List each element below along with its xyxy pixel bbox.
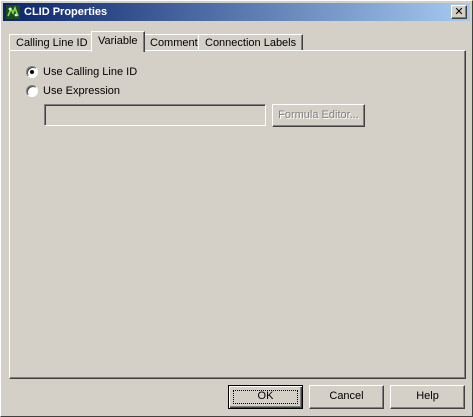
cancel-label: Cancel [329, 390, 364, 402]
close-button[interactable]: ✕ [451, 5, 467, 19]
help-label: Help [416, 390, 439, 402]
tab-variable[interactable]: Variable [91, 31, 145, 52]
focus-rect [233, 390, 298, 404]
expression-input[interactable] [44, 104, 266, 126]
radio-button[interactable] [26, 85, 38, 97]
cancel-button[interactable]: Cancel [309, 385, 384, 409]
tab-connection-labels[interactable]: Connection Labels [198, 34, 304, 51]
help-button[interactable]: Help [390, 385, 465, 409]
formula-editor-button[interactable]: Formula Editor... [272, 104, 365, 127]
ok-button[interactable]: OK [228, 385, 303, 409]
dialog-window: CLID Properties ✕ Calling Line ID Variab… [0, 0, 473, 417]
window-title: CLID Properties [24, 6, 108, 18]
radio-label: Use Expression [43, 85, 121, 97]
app-icon [6, 5, 20, 19]
radio-button[interactable] [26, 66, 38, 78]
close-icon: ✕ [454, 5, 464, 18]
title-bar[interactable]: CLID Properties ✕ [3, 3, 470, 21]
tab-comment[interactable]: Comment [143, 34, 205, 51]
tab-calling-line-id[interactable]: Calling Line ID [9, 34, 95, 51]
tab-panel-variable: Use Calling Line ID Use Expression Formu… [9, 50, 466, 379]
radio-label: Use Calling Line ID [43, 66, 138, 78]
radio-checked-dot [30, 70, 34, 74]
